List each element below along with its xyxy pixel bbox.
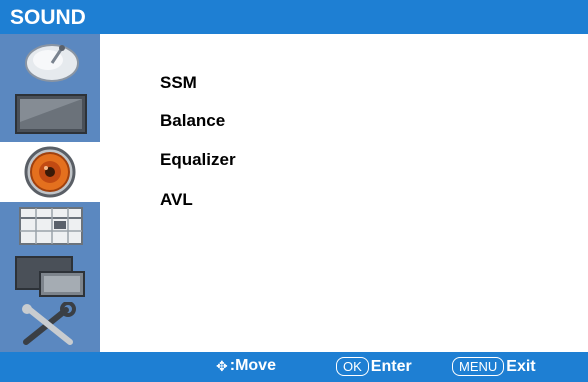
- enter-hint-label: Enter: [370, 357, 412, 375]
- satellite-dish-icon: [25, 44, 79, 82]
- move-arrows-icon: ✥: [216, 357, 228, 374]
- move-hint: ✥ :Move: [216, 357, 276, 375]
- sidebar-item-picture[interactable]: [12, 92, 90, 137]
- title-bar: SOUND: [0, 0, 588, 34]
- move-hint-label: :Move: [229, 357, 276, 374]
- menu-item-balance[interactable]: Balance: [160, 111, 225, 131]
- enter-hint: OK Enter: [336, 357, 412, 376]
- menu-title: SOUND: [10, 6, 86, 29]
- schedule-icon: [19, 207, 83, 245]
- sidebar-item-schedule[interactable]: [12, 204, 90, 249]
- ok-key-badge: OK: [336, 357, 369, 376]
- sidebar-item-satellite[interactable]: [12, 40, 90, 85]
- tools-icon: [22, 302, 76, 345]
- menu-item-equalizer[interactable]: Equalizer: [160, 150, 236, 170]
- sidebar-item-sound[interactable]: [0, 142, 100, 202]
- menu-item-avl[interactable]: AVL: [160, 190, 193, 210]
- picture-screen-icon: [15, 94, 87, 134]
- menu-key-badge: MENU: [452, 357, 505, 376]
- sidebar-item-tools[interactable]: [12, 302, 90, 347]
- exit-hint: MENU Exit: [452, 357, 536, 376]
- exit-hint-label: Exit: [506, 357, 536, 375]
- sidebar-item-setup[interactable]: [12, 254, 90, 299]
- display-setup-icon: [15, 256, 85, 297]
- menu-item-ssm[interactable]: SSM: [160, 73, 197, 93]
- sidebar: [0, 34, 100, 352]
- menu-panel: SSM Balance Equalizer AVL: [100, 34, 588, 352]
- speaker-icon: [24, 146, 76, 198]
- key-hint-bar: ✥ :Move OK Enter MENU Exit: [0, 352, 588, 382]
